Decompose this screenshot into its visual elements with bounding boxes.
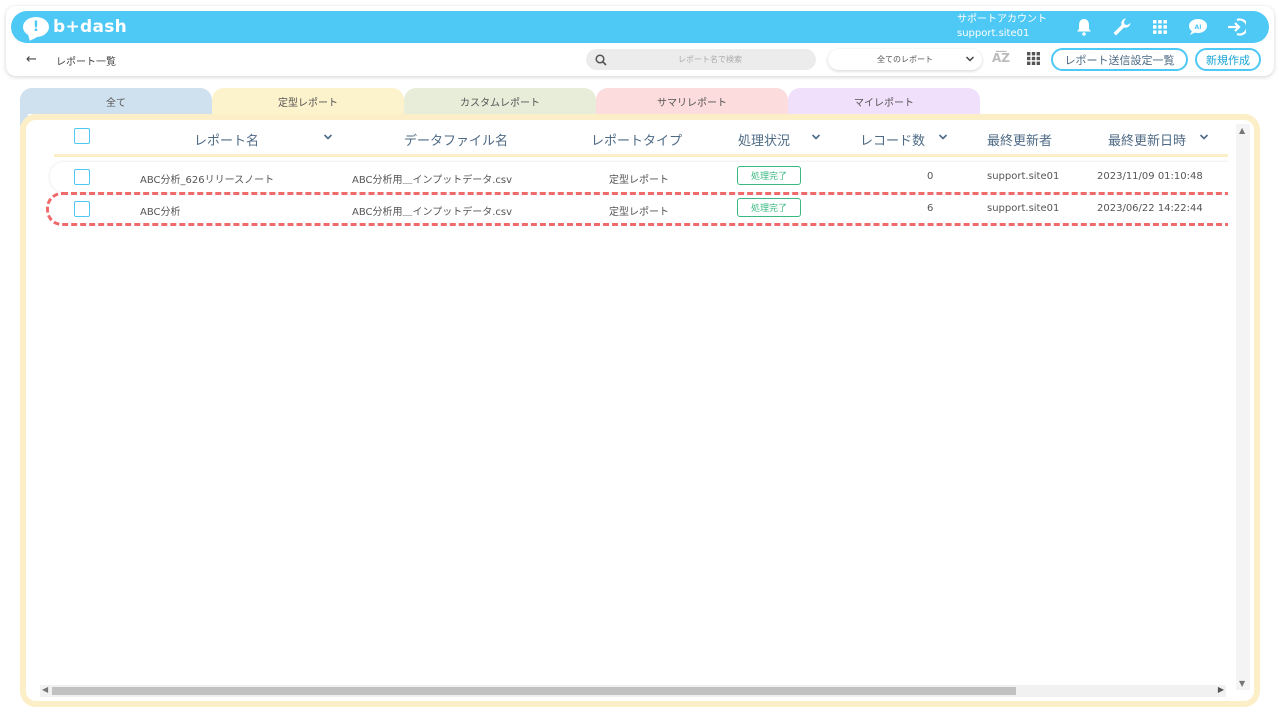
data-file-cell: ABC分析用＿インプットデータ.csv bbox=[352, 207, 513, 218]
logo-bubble-icon: ! bbox=[23, 17, 49, 37]
account-info[interactable]: サポートアカウント support.site01 bbox=[957, 13, 1047, 41]
report-send-settings-button[interactable]: レポート送信設定一覧 bbox=[1051, 48, 1188, 71]
report-name-cell[interactable]: ABC分析 bbox=[140, 203, 181, 218]
select-all-checkbox[interactable] bbox=[74, 128, 90, 144]
apps-grid-icon[interactable] bbox=[1141, 11, 1179, 43]
vertical-scrollbar[interactable]: ▲ ▼ bbox=[1236, 124, 1250, 690]
updated-by-cell: support.site01 bbox=[987, 171, 1060, 182]
page-title: レポート一覧 bbox=[56, 57, 116, 68]
updated-at-cell: 2023/06/22 14:22:44 bbox=[1097, 203, 1203, 214]
new-report-button[interactable]: 新規作成 bbox=[1195, 48, 1261, 71]
chevron-down-icon[interactable] bbox=[322, 131, 334, 143]
report-filter-select[interactable]: 全てのレポート bbox=[828, 49, 982, 70]
chevron-down-icon[interactable] bbox=[1198, 131, 1210, 143]
tab-fixed-report[interactable]: 定型レポート bbox=[212, 88, 404, 114]
column-header-updated-by[interactable]: 最終更新者 bbox=[987, 130, 1052, 149]
row-checkbox[interactable] bbox=[74, 169, 90, 185]
report-name-cell[interactable]: ABC分析_626リリースノート bbox=[140, 171, 274, 186]
column-header-report-name[interactable]: レポート名 bbox=[194, 130, 259, 149]
updated-by-cell: support.site01 bbox=[987, 203, 1060, 214]
row-checkbox[interactable] bbox=[74, 201, 90, 217]
horizontal-scroll-thumb[interactable] bbox=[52, 687, 1016, 695]
chevron-down-icon[interactable] bbox=[937, 131, 949, 143]
table-row[interactable]: ABC分析_626リリースノート ABC分析用＿インプットデータ.csv 定型レ… bbox=[50, 162, 1228, 192]
ai-assistant-icon[interactable]: AI bbox=[1179, 11, 1217, 43]
grid-view-icon[interactable] bbox=[1027, 52, 1040, 65]
status-badge: 処理完了 bbox=[737, 198, 801, 217]
table-row[interactable]: ABC分析 ABC分析用＿インプットデータ.csv 定型レポート 処理完了 6 … bbox=[50, 194, 1228, 224]
scroll-right-icon[interactable]: ▶ bbox=[1218, 685, 1224, 694]
report-list-panel: レポート名 データファイル名 レポートタイプ 処理状況 レコード数 最終更新者 … bbox=[20, 114, 1260, 707]
report-type-cell: 定型レポート bbox=[609, 207, 669, 218]
sort-az-icon[interactable]: A͞Z bbox=[992, 51, 1010, 65]
column-header-data-file[interactable]: データファイル名 bbox=[404, 130, 508, 149]
report-table: レポート名 データファイル名 レポートタイプ 処理状況 レコード数 最終更新者 … bbox=[30, 120, 1228, 690]
search-icon bbox=[595, 53, 607, 66]
report-filter-value: 全てのレポート bbox=[877, 55, 933, 64]
top-navigation-bar: ! b+dash サポートアカウント support.site01 AI bbox=[11, 11, 1269, 43]
account-id: support.site01 bbox=[957, 28, 1030, 39]
tab-my-report[interactable]: マイレポート bbox=[788, 88, 980, 114]
updated-at-cell: 2023/11/09 01:10:48 bbox=[1097, 171, 1203, 182]
data-file-cell: ABC分析用＿インプットデータ.csv bbox=[352, 175, 513, 186]
tab-all[interactable]: 全て bbox=[20, 88, 212, 114]
logout-icon[interactable] bbox=[1217, 11, 1255, 43]
scroll-up-icon[interactable]: ▲ bbox=[1239, 126, 1245, 135]
report-type-cell: 定型レポート bbox=[609, 175, 669, 186]
report-type-tabs: 全て 定型レポート カスタムレポート サマリレポート マイレポート bbox=[20, 88, 980, 114]
bell-icon[interactable] bbox=[1065, 11, 1103, 43]
status-badge: 処理完了 bbox=[737, 166, 801, 185]
search-box[interactable] bbox=[586, 49, 816, 70]
tab-custom-report[interactable]: カスタムレポート bbox=[404, 88, 596, 114]
column-header-updated-at[interactable]: 最終更新日時 bbox=[1108, 130, 1186, 149]
sub-toolbar: ← レポート一覧 全てのレポート A͞Z レポート送信設定一覧 新規作成 bbox=[6, 44, 1274, 76]
logo-text: b+dash bbox=[53, 17, 128, 37]
header-divider bbox=[54, 154, 1228, 157]
chevron-down-icon[interactable] bbox=[810, 131, 822, 143]
column-header-record-count[interactable]: レコード数 bbox=[860, 130, 925, 149]
record-count-cell: 0 bbox=[927, 171, 934, 182]
horizontal-scrollbar[interactable]: ◀ ▶ bbox=[40, 685, 1226, 697]
account-name: サポートアカウント bbox=[957, 14, 1047, 25]
search-input[interactable] bbox=[615, 55, 805, 64]
table-header: レポート名 データファイル名 レポートタイプ 処理状況 レコード数 最終更新者 … bbox=[30, 120, 1228, 156]
scroll-down-icon[interactable]: ▼ bbox=[1239, 679, 1245, 688]
tab-summary-report[interactable]: サマリレポート bbox=[596, 88, 788, 114]
column-header-report-type[interactable]: レポートタイプ bbox=[591, 130, 682, 149]
arrow-left-icon[interactable]: ← bbox=[26, 52, 37, 67]
svg-text:AI: AI bbox=[1195, 24, 1202, 31]
record-count-cell: 6 bbox=[927, 203, 934, 214]
wrench-icon[interactable] bbox=[1103, 11, 1141, 43]
column-header-status[interactable]: 処理状況 bbox=[738, 130, 790, 149]
app-logo[interactable]: ! b+dash bbox=[23, 17, 127, 37]
chevron-down-icon bbox=[965, 56, 975, 62]
scroll-left-icon[interactable]: ◀ bbox=[42, 685, 48, 694]
